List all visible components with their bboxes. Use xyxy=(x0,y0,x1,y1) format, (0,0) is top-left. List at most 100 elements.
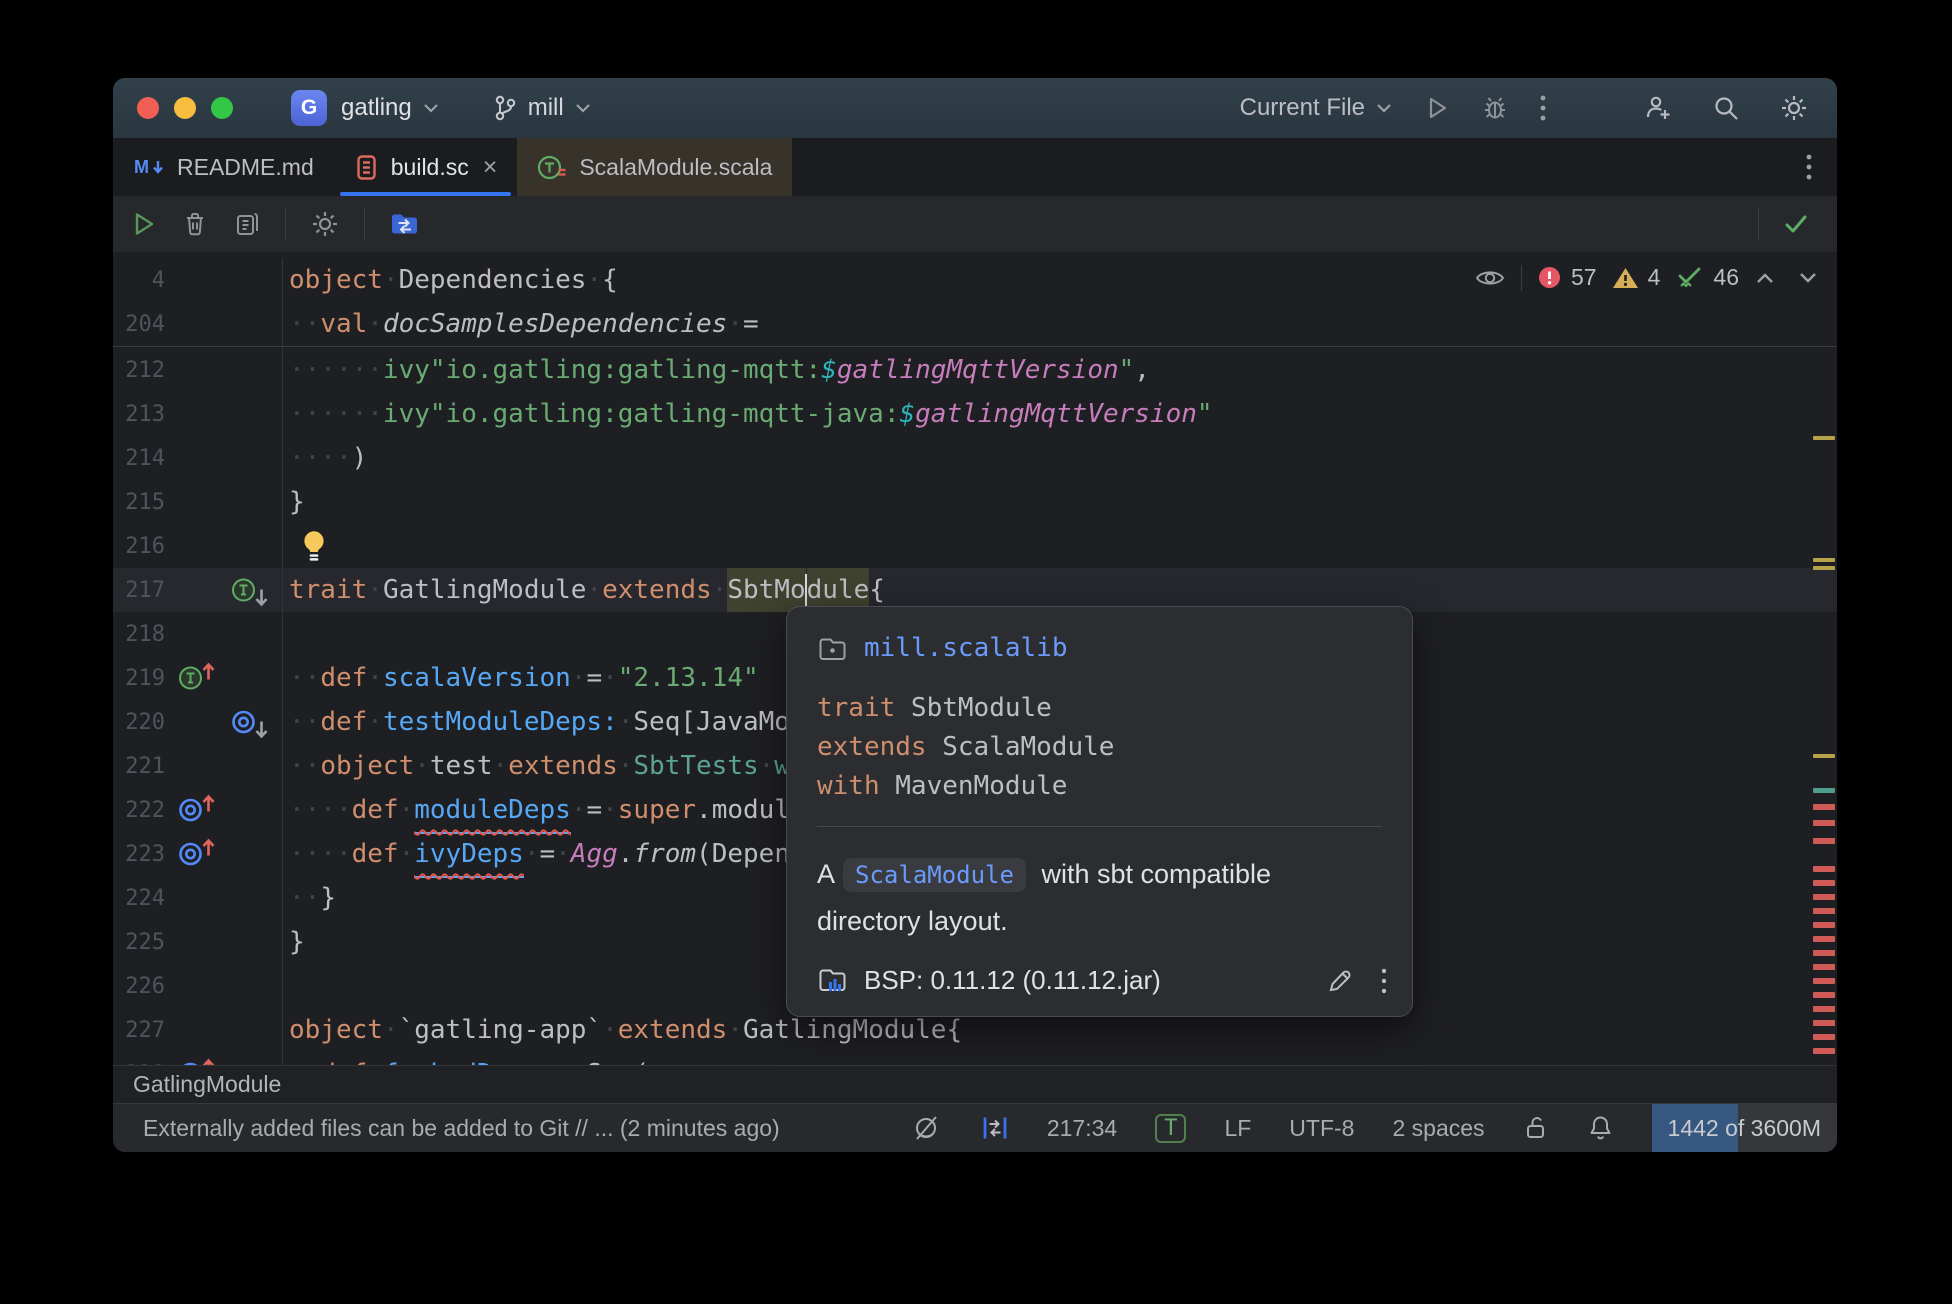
stripe-mark[interactable] xyxy=(1813,804,1835,810)
code-line-216[interactable]: 216 xyxy=(113,524,1837,568)
copy-icon[interactable] xyxy=(233,210,261,238)
line-number[interactable]: 204 xyxy=(113,312,165,337)
type-aware-highlighting-badge[interactable]: T xyxy=(1155,1114,1186,1143)
code-line-214[interactable]: 214 ····) xyxy=(113,436,1837,480)
code-line-204[interactable]: 204 ··val·docSamplesDependencies·= xyxy=(113,302,1837,346)
code-text[interactable]: ··def·testModuleDeps:·Seq[JavaModu xyxy=(283,700,821,744)
stripe-mark[interactable] xyxy=(1813,1020,1835,1026)
stripe-mark[interactable] xyxy=(1813,950,1835,956)
stripe-mark[interactable] xyxy=(1813,936,1835,942)
run-icon[interactable] xyxy=(1423,94,1451,122)
code-text[interactable]: } xyxy=(283,480,305,524)
search-icon[interactable] xyxy=(1711,93,1741,123)
code-text[interactable]: ····def·ivyDeps·=·Agg.from(Depende xyxy=(283,832,821,876)
gutter-icons[interactable] xyxy=(177,665,221,692)
line-number[interactable]: 219 xyxy=(113,666,165,691)
line-number[interactable]: 225 xyxy=(113,930,165,955)
stripe-mark[interactable] xyxy=(1813,436,1835,440)
line-separator[interactable]: LF xyxy=(1224,1115,1251,1142)
code-text[interactable]: trait·GatlingModule·extends·SbtModule{ xyxy=(283,568,885,612)
code-text[interactable]: ··} xyxy=(283,876,336,920)
stripe-mark[interactable] xyxy=(1813,866,1835,872)
code-text[interactable]: object·Dependencies·{ xyxy=(283,258,618,302)
more-options-icon[interactable] xyxy=(1539,92,1547,124)
code-text[interactable]: ··val·docSamplesDependencies·= xyxy=(283,302,759,346)
code-text[interactable]: ··def·scalaVersion·=·"2.13.14" xyxy=(283,656,759,700)
tab-scalamodule[interactable]: ScalaModule.scala xyxy=(517,138,792,196)
popup-package[interactable]: mill.scalalib xyxy=(864,633,1068,663)
stripe-mark[interactable] xyxy=(1813,1034,1835,1040)
project-widget[interactable]: gatling xyxy=(341,94,440,122)
code-text[interactable]: ······ivy"io.gatling:gatling-mqtt:$gatli… xyxy=(283,348,1150,392)
gutter-icons[interactable] xyxy=(177,841,221,868)
stripe-mark[interactable] xyxy=(1813,788,1835,793)
minimize-window-button[interactable] xyxy=(174,97,196,119)
trash-icon[interactable] xyxy=(181,210,209,238)
stripe-mark[interactable] xyxy=(1813,1006,1835,1012)
code-text[interactable]: ··object·test·extends·SbtTests·with xyxy=(283,744,837,788)
line-number[interactable]: 220 xyxy=(113,710,165,735)
sync-icon[interactable] xyxy=(981,1113,1009,1143)
stripe-mark[interactable] xyxy=(1813,754,1835,758)
line-number[interactable]: 216 xyxy=(113,534,165,559)
line-number[interactable]: 217 xyxy=(113,578,165,603)
add-user-icon[interactable] xyxy=(1643,93,1673,123)
intention-bulb[interactable] xyxy=(301,530,327,562)
gutter-icons[interactable] xyxy=(230,709,274,736)
line-number[interactable]: 226 xyxy=(113,974,165,999)
line-number[interactable]: 215 xyxy=(113,490,165,515)
line-number[interactable]: 221 xyxy=(113,754,165,779)
tab-readme[interactable]: M README.md xyxy=(113,138,334,196)
code-text[interactable]: ······ivy"io.gatling:gatling-mqtt-java:$… xyxy=(283,392,1213,436)
kebab-icon[interactable] xyxy=(1380,966,1388,996)
check-icon[interactable] xyxy=(1781,209,1811,239)
vcs-widget[interactable]: mill xyxy=(492,94,592,122)
eye-icon[interactable] xyxy=(1474,266,1506,290)
line-number[interactable]: 224 xyxy=(113,886,165,911)
folder-sync-icon[interactable] xyxy=(389,210,421,238)
line-number[interactable]: 213 xyxy=(113,402,165,427)
code-text[interactable]: ····) xyxy=(283,436,367,480)
line-number[interactable]: 214 xyxy=(113,446,165,471)
line-number[interactable]: 218 xyxy=(113,622,165,647)
stripe-mark[interactable] xyxy=(1813,978,1835,984)
line-number[interactable]: 228 xyxy=(113,1062,165,1066)
eye-off-icon[interactable] xyxy=(911,1113,943,1143)
run-icon[interactable] xyxy=(129,210,157,238)
stripe-mark[interactable] xyxy=(1813,880,1835,886)
vcs-status-message[interactable]: Externally added files can be added to G… xyxy=(143,1115,780,1142)
code-editor[interactable]: 212 ······ivy"io.gatling:gatling-mqtt:$ga… xyxy=(113,252,1837,1065)
code-line-213[interactable]: 213 ······ivy"io.gatling:gatling-mqtt-jav… xyxy=(113,392,1837,436)
settings-gear-icon[interactable] xyxy=(1779,93,1809,123)
line-number[interactable]: 222 xyxy=(113,798,165,823)
stripe-mark[interactable] xyxy=(1813,964,1835,970)
code-text[interactable] xyxy=(283,530,327,562)
caret-position[interactable]: 217:34 xyxy=(1047,1115,1117,1142)
close-icon[interactable]: × xyxy=(483,155,498,180)
chevron-up-icon[interactable] xyxy=(1754,270,1776,286)
stripe-mark[interactable] xyxy=(1813,922,1835,928)
zoom-window-button[interactable] xyxy=(211,97,233,119)
memory-indicator[interactable]: 1442 of 3600M xyxy=(1652,1104,1837,1152)
lightbulb-icon[interactable] xyxy=(301,530,327,562)
gutter-icons[interactable] xyxy=(177,797,221,824)
debug-icon[interactable] xyxy=(1481,94,1509,122)
line-number[interactable]: 223 xyxy=(113,842,165,867)
indent-setting[interactable]: 2 spaces xyxy=(1392,1115,1484,1142)
code-text[interactable]: } xyxy=(283,920,305,964)
project-icon[interactable]: G xyxy=(291,90,327,126)
tab-build-sc[interactable]: build.sc × xyxy=(334,138,518,196)
bell-icon[interactable] xyxy=(1587,1114,1614,1143)
stripe-mark[interactable] xyxy=(1813,566,1835,570)
code-text[interactable]: ··def·forkedDeps·=·Seq( xyxy=(283,1052,649,1065)
code-text[interactable]: ····def·moduleDeps·=·super.moduleD xyxy=(283,788,821,832)
stripe-mark[interactable] xyxy=(1813,908,1835,914)
close-window-button[interactable] xyxy=(137,97,159,119)
run-configuration-selector[interactable]: Current File xyxy=(1240,94,1393,122)
lock-open-icon[interactable] xyxy=(1523,1114,1549,1142)
stripe-mark[interactable] xyxy=(1813,558,1835,562)
stripe-mark[interactable] xyxy=(1813,1048,1835,1054)
code-line-228[interactable]: 228 ··def·forkedDeps·=·Seq( xyxy=(113,1052,1837,1065)
line-number[interactable]: 212 xyxy=(113,358,165,383)
gutter-icons[interactable] xyxy=(177,1061,221,1066)
